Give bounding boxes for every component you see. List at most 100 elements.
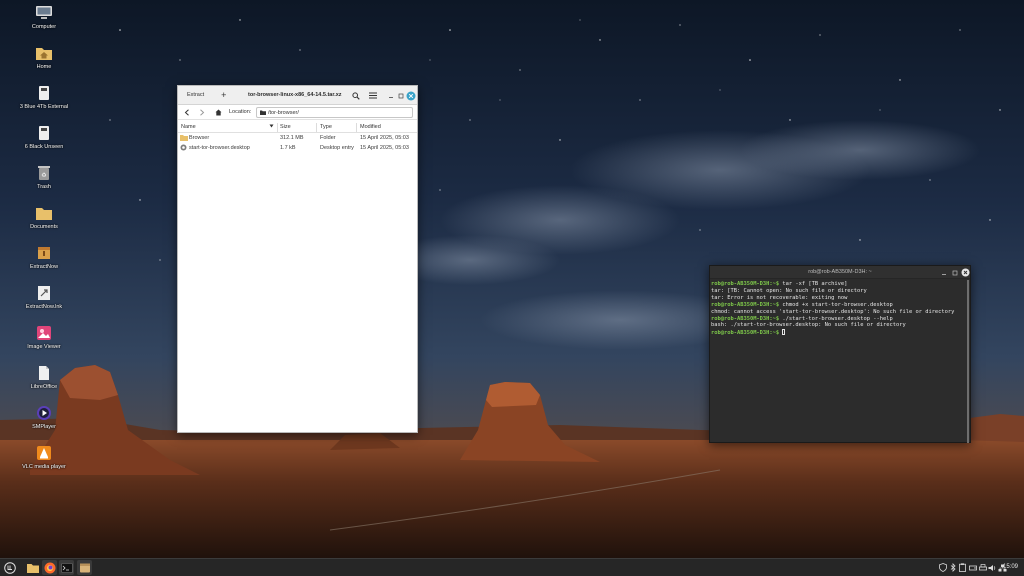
add-files-button[interactable]: +	[221, 90, 226, 100]
files-icon[interactable]	[25, 560, 40, 575]
drive-icon	[35, 124, 53, 142]
search-icon[interactable]	[350, 90, 361, 101]
terminal-window: rob@rob-AB350M-D3H: ~ rob@rob-AB350M-D3H…	[709, 265, 971, 443]
desktop-icon-label: VLC media player	[22, 464, 66, 470]
desktop-icon-label: ExtractNow.lnk	[25, 304, 63, 310]
file-name: Browser	[189, 135, 210, 141]
desktop-icon-extractnow[interactable]: ExtractNow	[4, 244, 84, 282]
volume-icon[interactable]	[988, 563, 997, 572]
desktop-icon-smplayer[interactable]: SMPlayer	[4, 404, 84, 442]
panel-clock[interactable]: 15:09	[1003, 564, 1018, 570]
back-icon[interactable]	[181, 107, 192, 118]
folder-icon	[260, 110, 266, 115]
terminal-scrollbar[interactable]	[967, 280, 969, 443]
hamburger-menu-icon[interactable]	[367, 90, 378, 101]
file-name: start-tor-browser.desktop	[189, 145, 250, 151]
terminal-titlebar: rob@rob-AB350M-D3H: ~	[710, 266, 970, 279]
image-viewer-icon	[35, 324, 53, 342]
drive-icon[interactable]	[968, 563, 977, 572]
archive-icon	[35, 244, 53, 262]
terminal-line: tar: Error is not recoverable: exiting n…	[711, 294, 848, 301]
desktop-icon-home[interactable]: Home	[4, 44, 84, 82]
desktop-icon-label: 6 Black Unseen	[24, 144, 64, 150]
sort-indicator-icon	[269, 124, 274, 130]
desktop-icon-label: Home	[36, 64, 52, 70]
libreoffice-icon	[35, 364, 53, 382]
archive-manager-window: Extract + tor-browser-linux-x86_64-14.5.…	[177, 85, 418, 433]
folder-icon	[180, 134, 188, 143]
location-field[interactable]: /tor-browser/	[256, 107, 413, 118]
file-modified: 15 April 2025, 05:03	[360, 135, 409, 141]
bottom-panel: 15:09	[0, 558, 1024, 576]
desktop-icon-trash[interactable]: ♻ Trash	[4, 164, 84, 202]
desktop-icon-label: LibreOffice	[30, 384, 58, 390]
terminal-title: rob@rob-AB350M-D3H: ~	[808, 269, 872, 275]
menu-icon[interactable]	[2, 560, 17, 575]
archive-manager-headerbar: Extract + tor-browser-linux-x86_64-14.5.…	[178, 86, 417, 105]
desktop-icon-drive-2[interactable]: 6 Black Unseen	[4, 124, 84, 162]
terminal-icon[interactable]	[59, 560, 74, 575]
terminal-line: chmod: cannot access 'start-tor-browser.…	[711, 308, 955, 315]
terminal-line: rob@rob-AB350M-D3H:~$ ./start-tor-browse…	[711, 315, 893, 322]
firefox-icon[interactable]	[42, 560, 57, 575]
column-divider	[277, 123, 278, 132]
maximize-icon[interactable]	[950, 268, 959, 277]
column-divider	[316, 123, 317, 132]
file-row[interactable]: Browser 312.1 MB Folder 15 April 2025, 0…	[178, 133, 417, 143]
extract-button[interactable]: Extract	[184, 90, 207, 100]
home-icon[interactable]	[213, 107, 224, 118]
forward-icon[interactable]	[196, 107, 207, 118]
file-modified: 15 April 2025, 05:03	[360, 145, 409, 151]
column-header-type[interactable]: Type	[320, 124, 332, 130]
file-type: Desktop entry	[320, 145, 354, 151]
shortcut-icon	[35, 284, 53, 302]
desktop-icon-documents[interactable]: Documents	[4, 204, 84, 242]
column-header-size[interactable]: Size	[280, 124, 291, 130]
column-header-modified[interactable]: Modified	[360, 124, 381, 130]
close-icon[interactable]	[961, 268, 970, 277]
terminal-line: rob@rob-AB350M-D3H:~$ chmod +x start-tor…	[711, 301, 893, 308]
folder-icon	[35, 204, 53, 222]
bluetooth-icon[interactable]	[948, 563, 957, 572]
column-header-name[interactable]: Name	[181, 124, 196, 130]
minimize-icon[interactable]	[939, 268, 948, 277]
terminal-line: tar: [TB: Cannot open: No such file or d…	[711, 287, 867, 294]
desktop-icon-label: Image Viewer	[27, 344, 61, 350]
desktop-icon-label: SMPlayer	[32, 424, 56, 430]
file-roller-icon[interactable]	[77, 560, 92, 575]
location-value: /tor-browser/	[268, 109, 299, 116]
clipboard-icon[interactable]	[958, 563, 967, 572]
file-list-header: Name Size Type Modified	[178, 122, 417, 133]
terminal-line: rob@rob-AB350M-D3H:~$	[711, 329, 967, 337]
terminal-line: bash: ./start-tor-browser.desktop: No su…	[711, 322, 906, 329]
desktop-icon-image-viewer[interactable]: Image Viewer	[4, 324, 84, 362]
smplayer-icon	[35, 404, 53, 422]
terminal-cursor	[782, 329, 786, 336]
desktop-icon-area: Computer Home 3 Blue 4Tb External 6 Blac…	[0, 0, 90, 560]
desktop-icon-drive-1[interactable]: 3 Blue 4Tb External	[4, 84, 84, 122]
location-bar: Location: /tor-browser/	[178, 105, 417, 120]
shield-icon[interactable]	[938, 563, 947, 572]
file-type: Folder	[320, 135, 336, 141]
printer-icon[interactable]	[978, 563, 987, 572]
desktop-icon-libreoffice[interactable]: LibreOffice	[4, 364, 84, 402]
terminal-line: rob@rob-AB350M-D3H:~$ tar -xf [TB archiv…	[711, 281, 848, 287]
computer-icon	[35, 4, 53, 22]
home-folder-icon	[35, 44, 53, 62]
desktop-icon-computer[interactable]: Computer	[4, 4, 84, 42]
file-row[interactable]: start-tor-browser.desktop 1.7 kB Desktop…	[178, 143, 417, 153]
desktop-icon-label: Documents	[30, 224, 58, 230]
close-icon[interactable]	[405, 90, 416, 101]
desktop-icon-label: Trash	[37, 184, 51, 190]
window-title: tor-browser-linux-x86_64-14.5.tar.xz	[248, 92, 342, 98]
vlc-icon	[35, 444, 53, 462]
desktop-icon-label: ExtractNow	[29, 264, 59, 270]
file-size: 1.7 kB	[280, 145, 296, 151]
trash-icon: ♻	[35, 164, 53, 182]
desktop-icon-vlc[interactable]: VLC media player	[4, 444, 84, 482]
column-divider	[356, 123, 357, 132]
desktop-icon-label: 3 Blue 4Tb External	[19, 104, 69, 110]
terminal-output[interactable]: rob@rob-AB350M-D3H:~$ tar -xf [TB archiv…	[710, 279, 968, 442]
desktop-entry-icon	[180, 144, 187, 153]
desktop-icon-extractnow-lnk[interactable]: ExtractNow.lnk	[4, 284, 84, 322]
